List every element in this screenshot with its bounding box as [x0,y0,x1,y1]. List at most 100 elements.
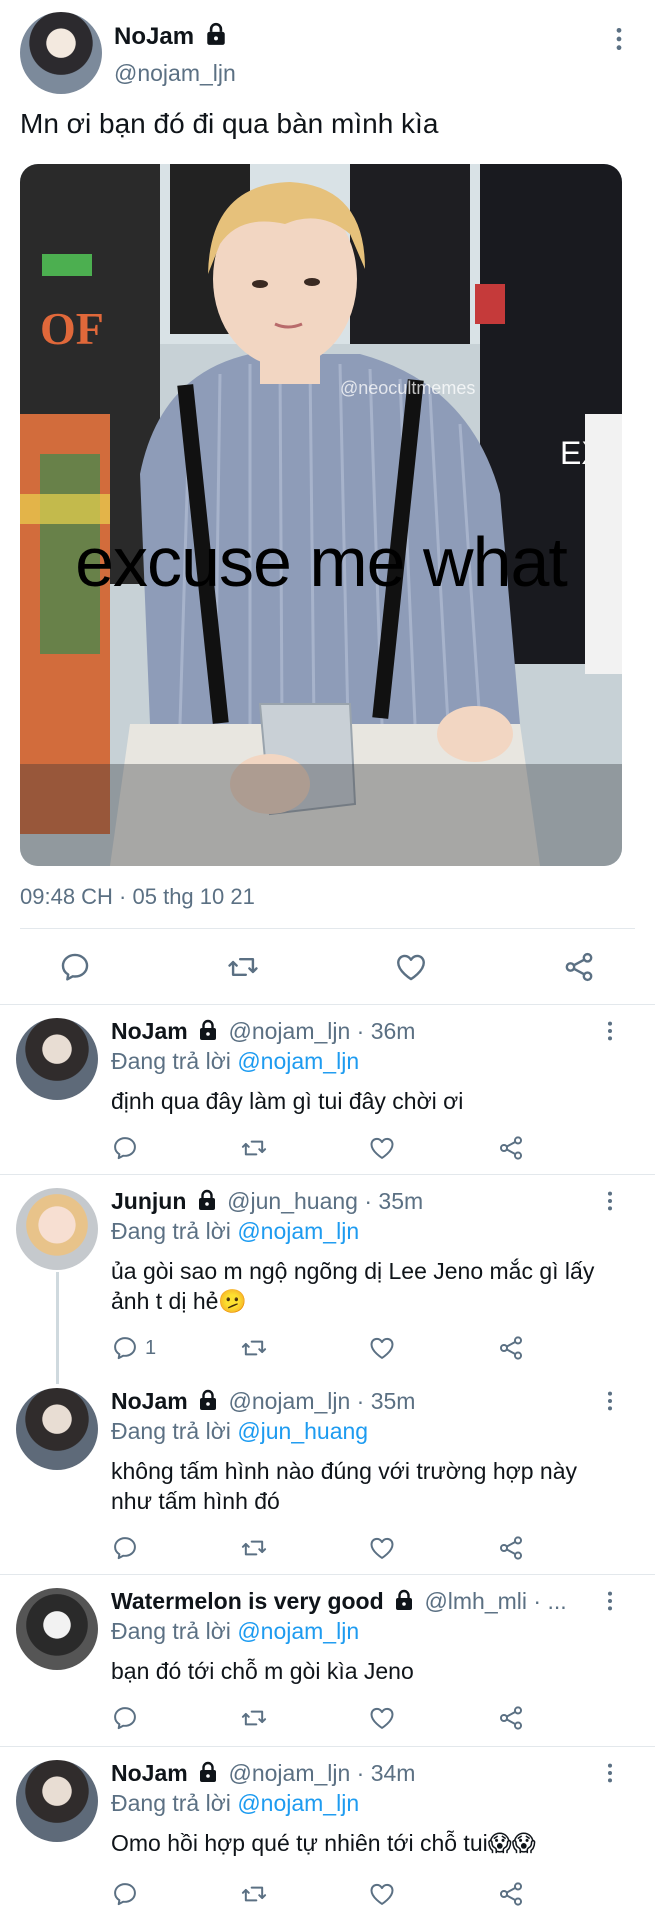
reply-tweet[interactable]: NoJam @nojam_ljn · 34m Đang trả lời @noj… [0,1760,655,1920]
photo-illustration: OF EX [20,164,622,866]
author-handle[interactable]: @jun_huang [227,1188,358,1214]
reply-time: · ... [533,1588,567,1614]
reply-time: · 35m [356,1388,416,1414]
replying-to: Đang trả lời @nojam_ljn [111,1790,359,1817]
retweet-icon[interactable] [240,1134,268,1162]
image-caption: excuse me what [75,523,568,601]
divider [0,1004,655,1005]
reply-actions [0,1704,655,1738]
author-name[interactable]: Junjun [111,1188,186,1214]
lock-icon [394,1589,414,1611]
lock-icon [198,1761,218,1783]
author-handle[interactable]: @nojam_ljn [228,1018,350,1044]
replying-to-handle[interactable]: @nojam_ljn [237,1790,359,1816]
author-name[interactable]: NoJam [111,1760,188,1786]
share-icon[interactable] [497,1334,525,1362]
reply-icon[interactable] [111,1134,139,1162]
reply-icon[interactable] [111,1334,139,1362]
share-icon[interactable] [497,1880,525,1908]
reply-count: 1 [145,1337,157,1359]
heart-icon[interactable] [368,1880,396,1908]
author-handle[interactable]: @lmh_mli [424,1588,527,1614]
reply-time: · 36m [356,1018,416,1044]
reply-header: NoJam @nojam_ljn · 36m [111,1018,591,1045]
reply-header: Watermelon is very good @lmh_mli · ... [111,1588,571,1615]
author-handle[interactable]: @nojam_ljn [228,1760,350,1786]
replying-to-handle[interactable]: @nojam_ljn [237,1618,359,1644]
author-name[interactable]: NoJam [111,1388,188,1414]
share-icon[interactable] [497,1704,525,1732]
lock-icon [198,1019,218,1041]
reply-text: không tấm hình nào đúng với trường hợp n… [111,1458,577,1514]
reply-icon[interactable] [111,1534,139,1562]
author-name[interactable]: Watermelon is very good [111,1588,384,1614]
more-vertical-icon[interactable] [604,1390,616,1412]
divider [0,1574,655,1575]
avatar[interactable] [16,1388,98,1470]
reply-text: Omo hồi hợp qué tự nhiên tới chỗ tui😱😱 [111,1830,536,1856]
retweet-icon[interactable] [240,1334,268,1362]
divider [0,1746,655,1747]
heart-icon[interactable] [368,1704,396,1732]
heart-icon[interactable] [368,1134,396,1162]
tweet-actions [0,944,655,994]
retweet-icon[interactable] [240,1880,268,1908]
tweet-timestamp[interactable]: 09:48 CH · 05 thg 10 21 [20,884,255,910]
replying-prefix: Đang trả lời [111,1218,231,1244]
share-icon[interactable] [497,1134,525,1162]
author-handle[interactable]: @nojam_ljn [228,1388,350,1414]
reply-actions: 1 [0,1334,655,1368]
tweet-text: Mn ơi bạn đó đi qua bàn mình kìa [20,108,439,139]
reply-tweet[interactable]: Junjun @jun_huang · 35m Đang trả lời @no… [0,1188,655,1378]
avatar[interactable] [16,1018,98,1100]
reply-text: bạn đó tới chỗ m gòi kìa Jeno [111,1658,414,1684]
reply-text: định qua đây làm gì tui đây chời ơi [111,1088,464,1114]
retweet-icon[interactable] [240,1534,268,1562]
retweet-icon[interactable] [226,950,260,984]
more-vertical-icon[interactable] [604,1020,616,1042]
avatar[interactable] [16,1760,98,1842]
replying-prefix: Đang trả lời [111,1618,231,1644]
image-watermark: @neocultmemes [340,378,476,398]
reply-tweet[interactable]: NoJam @nojam_ljn · 36m Đang trả lời @noj… [0,1018,655,1168]
heart-icon[interactable] [394,950,428,984]
main-tweet: NoJam @nojam_ljn Mn ơi bạn đó đi qua bàn… [0,0,655,1005]
reply-time: · 35m [364,1188,424,1214]
reply-icon[interactable] [58,950,92,984]
author-name-text[interactable]: NoJam [114,23,194,50]
tweet-image[interactable]: OF EX @neocultmemes excuse me what [20,164,622,866]
replying-to-handle[interactable]: @jun_huang [237,1418,368,1444]
heart-icon[interactable] [368,1334,396,1362]
reply-tweet[interactable]: NoJam @nojam_ljn · 35m Đang trả lời @jun… [0,1388,655,1568]
author-handle[interactable]: @nojam_ljn [114,60,236,87]
replying-prefix: Đang trả lời [111,1418,231,1444]
avatar[interactable] [20,12,102,94]
reply-icon[interactable] [111,1880,139,1908]
more-vertical-icon[interactable] [604,1762,616,1784]
replying-to-handle[interactable]: @nojam_ljn [237,1048,359,1074]
reply-actions [0,1534,655,1568]
retweet-icon[interactable] [240,1704,268,1732]
reply-tweet[interactable]: Watermelon is very good @lmh_mli · ... Đ… [0,1588,655,1738]
replying-to: Đang trả lời @nojam_ljn [111,1048,359,1075]
more-vertical-icon[interactable] [612,26,626,52]
replying-to-handle[interactable]: @nojam_ljn [237,1218,359,1244]
more-vertical-icon[interactable] [604,1590,616,1612]
share-icon[interactable] [562,950,596,984]
avatar[interactable] [16,1588,98,1670]
replying-to: Đang trả lời @nojam_ljn [111,1618,359,1645]
author-name[interactable]: NoJam [114,22,227,51]
lock-icon [205,22,227,46]
replying-prefix: Đang trả lời [111,1048,231,1074]
reply-header: Junjun @jun_huang · 35m [111,1188,591,1215]
more-vertical-icon[interactable] [604,1190,616,1212]
divider [20,928,635,929]
heart-icon[interactable] [368,1534,396,1562]
reply-icon[interactable] [111,1704,139,1732]
share-icon[interactable] [497,1534,525,1562]
reply-text: ủa gòi sao m ngộ ngõng dị Lee Jeno mắc g… [111,1258,595,1314]
replying-to: Đang trả lời @jun_huang [111,1418,368,1445]
author-name[interactable]: NoJam [111,1018,188,1044]
lock-icon [198,1389,218,1411]
avatar[interactable] [16,1188,98,1270]
